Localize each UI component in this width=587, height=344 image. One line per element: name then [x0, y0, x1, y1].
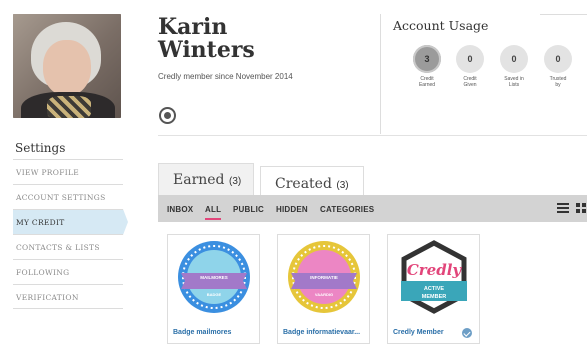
- profile-name: Karin Winters: [158, 16, 255, 62]
- filter-all[interactable]: ALL: [205, 205, 222, 220]
- svg-text:Credly: Credly: [407, 261, 463, 279]
- list-view-icon[interactable]: [557, 203, 569, 214]
- usage-divider: [380, 14, 381, 134]
- filter-inbox[interactable]: INBOX: [167, 205, 193, 214]
- settings-nav: VIEW PROFILE ACCOUNT SETTINGS MY CREDIT …: [13, 159, 128, 309]
- tab-count: (3): [228, 176, 242, 187]
- svg-text:MEMBER: MEMBER: [422, 294, 446, 300]
- badge-card[interactable]: Credly ACTIVE MEMBER Credly Member: [387, 234, 480, 344]
- member-since: Credly member since November 2014: [158, 72, 293, 81]
- badge-title[interactable]: Credly Member: [393, 329, 444, 336]
- stat-value: 0: [500, 45, 528, 73]
- stat-trusted-by[interactable]: 0 Trusted by: [536, 45, 580, 88]
- account-usage-title: Account Usage: [393, 18, 489, 33]
- grid-view-icon[interactable]: [576, 203, 587, 214]
- stat-saved-in-lists[interactable]: 0 Saved in Lists: [492, 45, 536, 88]
- stat-value: 0: [456, 45, 484, 73]
- stat-label: Saved in Lists: [504, 76, 524, 88]
- profile-photo: [13, 14, 121, 118]
- stat-label: Credit Given: [463, 76, 477, 88]
- nav-item-contacts-lists[interactable]: CONTACTS & LISTS: [13, 234, 123, 259]
- last-name: Winters: [158, 37, 255, 63]
- filter-categories[interactable]: CATEGORIES: [320, 205, 374, 214]
- svg-text:VAARDIG: VAARDIG: [315, 292, 333, 297]
- tab-label: Earned: [173, 172, 225, 188]
- svg-text:BADGE: BADGE: [207, 292, 222, 297]
- svg-text:INFORMATIE: INFORMATIE: [310, 275, 338, 280]
- filter-hidden[interactable]: HIDDEN: [276, 205, 308, 214]
- stat-value: 0: [544, 45, 572, 73]
- nav-item-following[interactable]: FOLLOWING: [13, 259, 123, 284]
- header-divider: [158, 135, 587, 136]
- tab-created[interactable]: Created (3): [260, 166, 364, 196]
- verified-check-icon: [462, 328, 472, 338]
- badge-title[interactable]: Badge informatievaar...: [283, 329, 360, 336]
- svg-text:ACTIVE: ACTIVE: [424, 286, 445, 292]
- stat-credit-given[interactable]: 0 Credit Given: [448, 45, 492, 88]
- tab-earned[interactable]: Earned (3): [158, 163, 254, 196]
- nav-item-view-profile[interactable]: VIEW PROFILE: [13, 159, 123, 184]
- stat-credit-earned[interactable]: 3 Credit Earned: [405, 45, 449, 88]
- svg-text:MAILMORES: MAILMORES: [200, 275, 228, 280]
- badge-card[interactable]: INFORMATIE VAARDIG Badge informatievaar.…: [277, 234, 370, 344]
- badge-card[interactable]: MAILMORES BADGE Badge mailmores: [167, 234, 260, 344]
- filter-public[interactable]: PUBLIC: [233, 205, 264, 214]
- nav-item-verification[interactable]: VERIFICATION: [13, 284, 123, 309]
- nav-item-my-credit[interactable]: MY CREDIT: [13, 209, 128, 235]
- badge-title[interactable]: Badge mailmores: [173, 329, 231, 336]
- stat-label: Credit Earned: [418, 76, 436, 88]
- stat-value: 3: [413, 45, 441, 73]
- usage-top-rule: [540, 14, 587, 15]
- badge-informatievaardig-icon: INFORMATIE VAARDIG: [288, 241, 360, 313]
- tab-label: Created: [275, 176, 332, 192]
- badge-mailmores-icon: MAILMORES BADGE: [178, 241, 250, 313]
- nav-item-account-settings[interactable]: ACCOUNT SETTINGS: [13, 184, 123, 209]
- stat-label: Trusted by: [549, 76, 567, 88]
- tab-count: (3): [336, 180, 349, 191]
- settings-heading: Settings: [15, 141, 66, 155]
- badge-credly-member-icon: Credly ACTIVE MEMBER: [401, 240, 467, 314]
- share-icon[interactable]: [159, 107, 176, 124]
